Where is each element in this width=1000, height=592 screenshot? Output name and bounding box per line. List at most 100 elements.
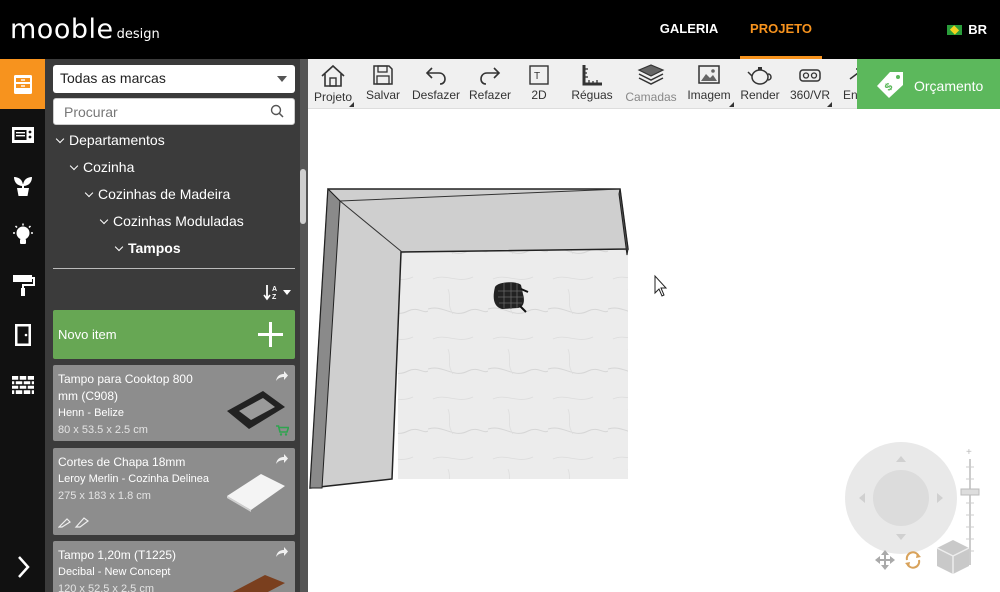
image-button[interactable]: Imagem <box>684 59 734 109</box>
new-item-button[interactable]: Novo item <box>53 310 295 359</box>
brand-filter-value: Todas as marcas <box>60 70 166 86</box>
product-card[interactable]: Cortes de Chapa 18mm Leroy Merlin - Cozi… <box>53 448 295 535</box>
search-box <box>53 98 295 125</box>
rulers-button[interactable]: Réguas <box>570 59 614 109</box>
svg-text:T: T <box>534 71 540 82</box>
teapot-icon <box>747 67 772 85</box>
door-icon[interactable] <box>0 310 45 360</box>
dropdown-corner-icon <box>349 102 354 107</box>
product-name: Tampo 1,20m (T1225) <box>58 548 177 562</box>
tools-icon[interactable] <box>58 516 90 528</box>
product-card[interactable]: Tampo para Cooktop 800 mm (C908) Henn - … <box>53 365 295 441</box>
undo-button[interactable]: Desfazer <box>410 59 462 109</box>
budget-button[interactable]: $ Orçamento <box>857 59 1000 109</box>
new-item-label: Novo item <box>58 327 117 342</box>
chevron-down-icon <box>55 134 65 144</box>
scrollbar-thumb[interactable] <box>300 169 306 224</box>
zoom-handle[interactable] <box>960 488 980 496</box>
zoom-slider[interactable]: + <box>960 445 980 570</box>
logo[interactable]: mooble design <box>10 14 160 45</box>
tool-label: Projeto <box>313 90 353 104</box>
render-button[interactable]: Render <box>738 59 782 109</box>
search-icon[interactable] <box>270 104 284 118</box>
image-icon <box>698 65 720 84</box>
expand-panel-icon[interactable] <box>0 542 45 592</box>
plant-icon[interactable] <box>0 160 45 210</box>
wood-countertop-thumbnail <box>232 575 285 592</box>
product-name: Cortes de Chapa 18mm <box>58 455 186 469</box>
budget-label: Orçamento <box>914 78 984 94</box>
tool-label: Desfazer <box>411 88 461 102</box>
tree-item-countertops[interactable]: Tampos <box>114 240 181 256</box>
divider <box>53 268 295 269</box>
layers-icon <box>637 64 665 85</box>
tool-label: Imagem <box>687 88 731 102</box>
tool-label: Camadas <box>625 90 677 104</box>
tool-label: Render <box>740 88 780 102</box>
vr-headset-icon <box>799 69 821 82</box>
undo-icon <box>425 67 446 85</box>
tree-item-departments[interactable]: Departamentos <box>55 132 165 148</box>
tool-label: Réguas <box>571 88 613 102</box>
paint-roller-icon[interactable] <box>0 260 45 310</box>
nav-gallery[interactable]: GALERIA <box>650 0 728 59</box>
chevron-down-icon <box>84 188 94 198</box>
tree-item-kitchen[interactable]: Cozinha <box>69 159 134 175</box>
view-2d-button[interactable]: T 2D <box>524 59 554 109</box>
category-rail <box>0 59 45 592</box>
tree-item-wood-kitchens[interactable]: Cozinhas de Madeira <box>84 186 230 202</box>
scrollbar-track[interactable] <box>300 59 308 592</box>
product-name: Tampo para Cooktop 800 mm (C908) <box>58 372 193 403</box>
tool-label: 360/VR <box>789 88 831 102</box>
orbit-center[interactable] <box>873 470 929 526</box>
plus-icon <box>258 322 283 347</box>
redo-button[interactable]: Refazer <box>466 59 514 109</box>
tool-label: Refazer <box>468 88 512 102</box>
microwave-icon[interactable] <box>0 110 45 160</box>
dropdown-corner-icon <box>827 102 832 107</box>
house-icon <box>321 64 345 87</box>
cart-icon[interactable] <box>276 425 289 436</box>
product-brand: Leroy Merlin - Cozinha Delinea <box>58 473 210 485</box>
save-button[interactable]: Salvar <box>363 59 403 109</box>
product-dimensions: 120 x 52.5 x 2.5 cm <box>58 583 154 592</box>
brick-wall-icon[interactable] <box>0 360 45 410</box>
product-info: Cortes de Chapa 18mm Leroy Merlin - Cozi… <box>58 454 233 505</box>
layers-button[interactable]: Camadas <box>623 59 679 109</box>
dropdown-corner-icon <box>729 102 734 107</box>
product-info: Tampo 1,20m (T1225) Decibal - New Concep… <box>58 547 208 592</box>
product-info: Tampo para Cooktop 800 mm (C908) Henn - … <box>58 371 208 439</box>
brazil-flag-icon <box>947 24 963 35</box>
top-bar: mooble design GALERIA PROJETO BR <box>0 0 1000 59</box>
chevron-down-icon <box>69 161 79 171</box>
language-selector[interactable]: BR <box>947 22 987 37</box>
lamp-icon[interactable] <box>0 210 45 260</box>
search-input[interactable] <box>64 99 264 124</box>
svg-text:A: A <box>272 286 277 293</box>
app-root: mooble design GALERIA PROJETO BR Todas a… <box>0 0 1000 592</box>
share-icon[interactable] <box>275 546 289 558</box>
chevron-down-icon <box>114 242 124 252</box>
language-label: BR <box>968 22 987 37</box>
svg-text:Z: Z <box>272 294 277 301</box>
tool-label: 2D <box>531 88 547 102</box>
project-menu-button[interactable]: Projeto <box>312 59 354 109</box>
tree-item-modular-kitchens[interactable]: Cozinhas Moduladas <box>99 213 244 229</box>
mouse-cursor-icon <box>654 274 668 297</box>
product-dimensions: 275 x 183 x 1.8 cm <box>58 490 151 502</box>
chevron-down-icon <box>99 215 109 225</box>
vr-button[interactable]: 360/VR <box>788 59 832 109</box>
tool-label: Salvar <box>365 88 400 102</box>
ruler-icon <box>582 65 602 86</box>
cabinet-icon[interactable] <box>0 59 45 109</box>
product-brand: Decibal - New Concept <box>58 566 171 578</box>
product-card[interactable]: Tampo 1,20m (T1225) Decibal - New Concep… <box>53 541 295 592</box>
brand-filter-select[interactable]: Todas as marcas <box>53 65 295 93</box>
rotate-icon[interactable] <box>905 551 921 569</box>
share-icon[interactable] <box>275 453 289 465</box>
share-icon[interactable] <box>275 370 289 382</box>
sort-az-icon[interactable]: A Z <box>263 283 293 301</box>
chevron-down-icon <box>277 76 287 82</box>
nav-project[interactable]: PROJETO <box>740 0 822 59</box>
redo-icon <box>480 67 501 85</box>
